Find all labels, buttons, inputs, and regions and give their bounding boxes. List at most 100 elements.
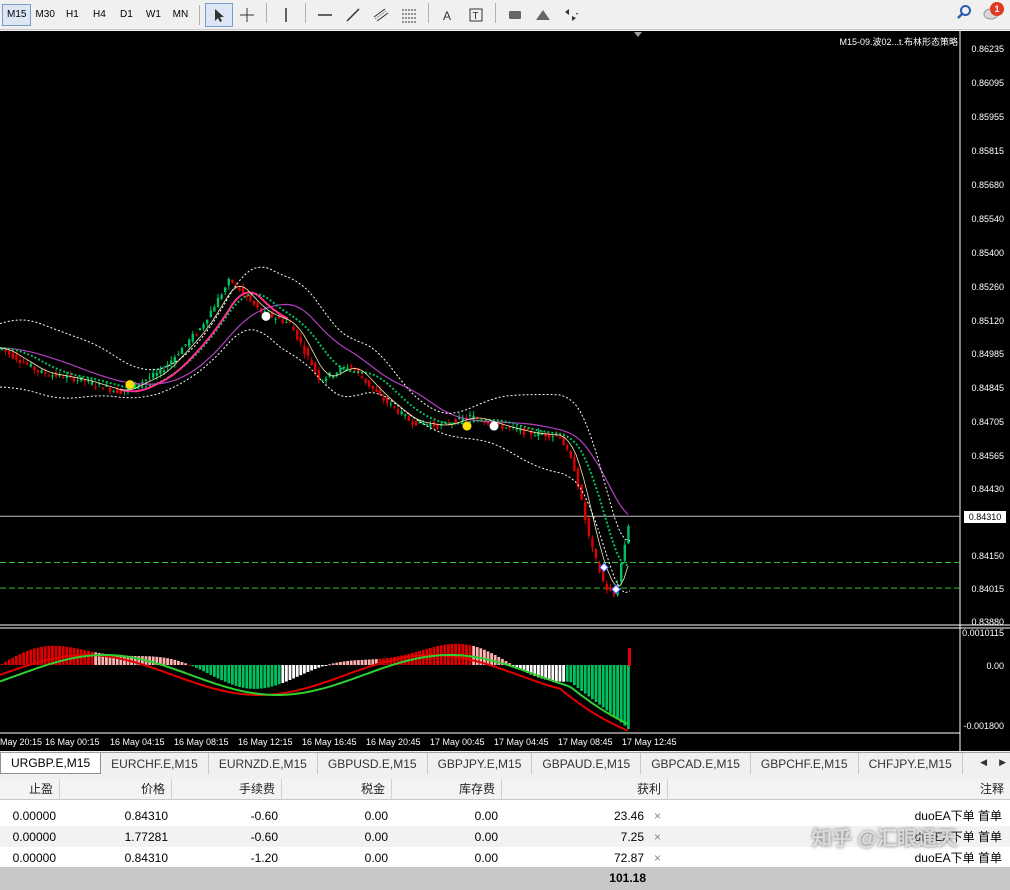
- text-label-icon[interactable]: T: [462, 3, 490, 27]
- histogram-bar: [267, 665, 270, 688]
- header-comment[interactable]: 注释: [668, 779, 1010, 800]
- symbol-tab[interactable]: GBPJPY.E,M15: [428, 753, 533, 774]
- symbol-tab[interactable]: GBPCAD.E,M15: [641, 753, 751, 774]
- symbol-tab[interactable]: EURCHF.E,M15: [101, 753, 209, 774]
- candle-body: [152, 372, 155, 378]
- symbol-tab[interactable]: URGBP.E,M15: [0, 753, 102, 774]
- arrows-icon[interactable]: [557, 3, 585, 27]
- triangle-icon[interactable]: [529, 3, 557, 27]
- price-tick-label: 0.84430: [971, 484, 1004, 494]
- candle-body: [346, 367, 349, 369]
- candle-body: [15, 354, 18, 361]
- tab-scroll-left-icon[interactable]: ◀: [980, 757, 987, 768]
- histogram-bar: [317, 665, 321, 668]
- trendline-icon[interactable]: [339, 3, 367, 27]
- timeframe-d1[interactable]: D1: [113, 4, 140, 26]
- crosshair-icon[interactable]: [233, 3, 261, 27]
- timeframe-m15[interactable]: M15: [2, 3, 32, 26]
- candle-body: [209, 310, 212, 318]
- price-tick-label: 0.85260: [971, 282, 1004, 292]
- symbol-tab[interactable]: GBPUSD.E,M15: [318, 753, 428, 774]
- candle-body: [191, 333, 194, 342]
- candle-body: [368, 380, 371, 387]
- symbol-tab[interactable]: GBPCHF.E,M15: [751, 753, 859, 774]
- tab-scroll-arrows: ◀ ▶: [980, 757, 1006, 768]
- timeframe-h4[interactable]: H4: [86, 4, 113, 26]
- tab-scroll-right-icon[interactable]: ▶: [999, 757, 1006, 768]
- close-order-icon[interactable]: ×: [654, 851, 661, 865]
- cell-tp: 0.00000: [12, 829, 56, 844]
- chart-canvas[interactable]: [0, 31, 1010, 751]
- histogram-bar: [187, 664, 191, 666]
- toolbar-separator: [265, 2, 267, 23]
- close-order-icon[interactable]: ×: [654, 809, 661, 823]
- price-chart[interactable]: M15-09.波02...t.布林形态策略 0.86235 0.86095 0.85…: [0, 31, 1010, 751]
- candle-body: [8, 350, 11, 355]
- fibonacci-icon[interactable]: [395, 3, 423, 27]
- header-swap[interactable]: 库存费: [392, 778, 502, 800]
- candle-body: [141, 381, 144, 384]
- header-tax[interactable]: 税金: [282, 778, 392, 800]
- cursor-icon[interactable]: [204, 2, 233, 27]
- candle-body: [29, 363, 32, 367]
- candle-body: [584, 501, 587, 521]
- candle-body: [393, 406, 396, 408]
- histogram-bar: [162, 657, 166, 665]
- vertical-line-icon[interactable]: [272, 3, 300, 27]
- candle-body: [144, 379, 148, 381]
- histogram-bar: [11, 657, 15, 665]
- candle-body: [310, 360, 313, 366]
- candle-body: [378, 390, 382, 395]
- total-row: 101.18: [0, 867, 1010, 890]
- histogram-bar: [205, 665, 209, 674]
- header-profit[interactable]: 获利: [502, 778, 668, 800]
- price-tick-label: 0.84985: [971, 349, 1004, 359]
- horizontal-line-icon[interactable]: [311, 3, 339, 27]
- histogram-bar: [227, 665, 231, 684]
- candle-body: [364, 378, 367, 383]
- timeframe-h1[interactable]: H1: [59, 4, 86, 26]
- order-marker: [599, 562, 609, 573]
- symbol-tabs: URGBP.E,M15 EURCHF.E,M15 EURNZD.E,M15 GBPUS…: [0, 752, 1010, 774]
- symbol-tab[interactable]: CHFJPY.E,M15: [859, 753, 963, 774]
- candle-body: [281, 319, 284, 323]
- symbol-tab[interactable]: GBPAUD.E,M15: [532, 753, 642, 774]
- timeframe-m30[interactable]: M30: [31, 4, 58, 26]
- histogram-bar: [310, 665, 313, 671]
- search-icon[interactable]: [956, 4, 972, 23]
- text-icon[interactable]: A: [434, 3, 462, 27]
- histogram-bar: [285, 665, 288, 682]
- histogram-bar: [90, 651, 94, 665]
- histogram-bar: [576, 665, 580, 689]
- histogram-bar: [587, 665, 591, 697]
- header-commission[interactable]: 手续费: [172, 778, 282, 800]
- candle-body: [411, 422, 414, 425]
- time-tick-label: 16 May 08:15: [174, 737, 229, 747]
- equidistant-channel-icon[interactable]: [367, 3, 395, 27]
- candle-body: [108, 387, 112, 392]
- histogram-bar: [346, 660, 349, 665]
- candle-body: [425, 424, 428, 426]
- price-tick-label: 0.84565: [971, 451, 1004, 461]
- time-tick-label: 17 May 12:45: [622, 737, 677, 747]
- histogram-bar: [313, 665, 317, 669]
- histogram-bar: [234, 665, 238, 686]
- close-order-icon[interactable]: ×: [654, 830, 661, 844]
- rectangle-icon[interactable]: [501, 3, 529, 27]
- header-tp[interactable]: 止盈: [0, 778, 60, 800]
- timeframe-w1[interactable]: W1: [140, 4, 167, 26]
- candle-body: [407, 416, 410, 421]
- header-price[interactable]: 价格: [60, 778, 172, 800]
- notifications-icon[interactable]: 1: [982, 2, 1004, 23]
- histogram-bar: [177, 660, 180, 665]
- timeframe-mn[interactable]: MN: [167, 4, 194, 26]
- candle-body: [202, 324, 205, 329]
- cell-price: 0.84310: [124, 808, 168, 823]
- candle-body: [382, 397, 385, 401]
- candle-body: [339, 367, 342, 373]
- histogram-bar: [4, 661, 7, 665]
- histogram-bar: [270, 665, 274, 687]
- candle-body: [159, 368, 162, 374]
- candle-body: [540, 434, 544, 436]
- symbol-tab[interactable]: EURNZD.E,M15: [209, 753, 318, 774]
